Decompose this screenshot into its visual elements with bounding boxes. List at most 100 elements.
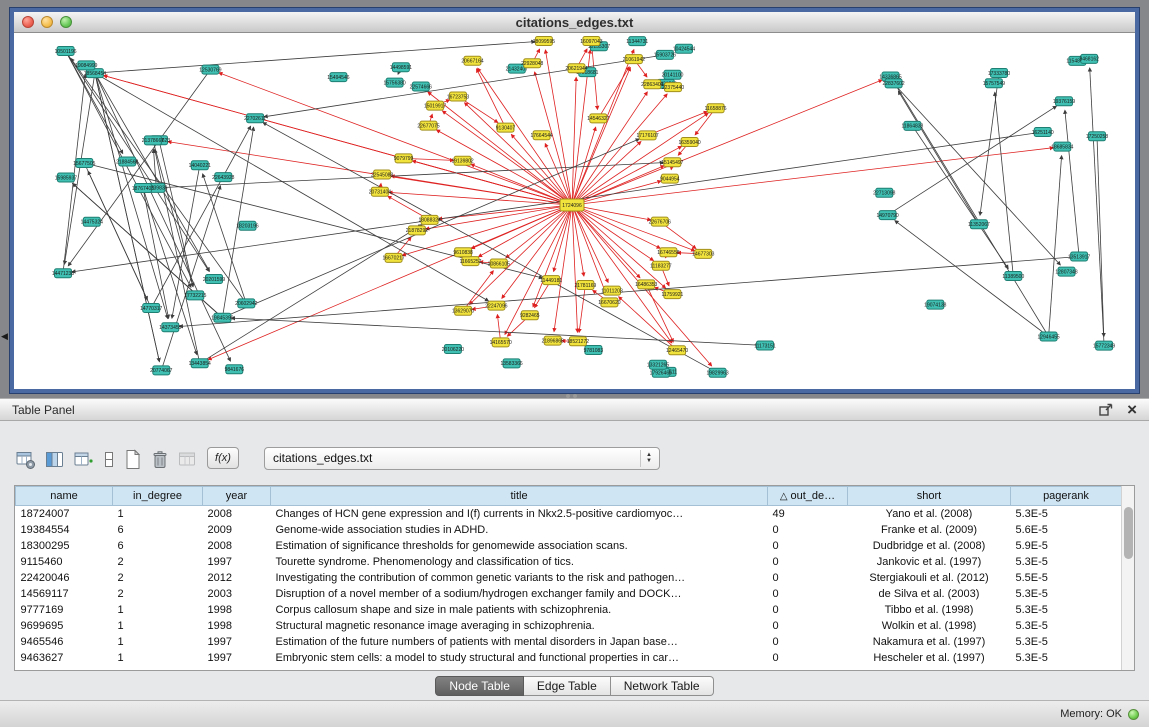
cell-out_degree[interactable]: 0 bbox=[768, 602, 848, 618]
network-node[interactable]: 22375440 bbox=[662, 83, 684, 92]
cell-title[interactable]: Genome-wide association studies in ADHD. bbox=[271, 522, 768, 538]
network-node[interactable]: 16670217 bbox=[382, 253, 404, 262]
network-node[interactable]: 11344731 bbox=[626, 37, 648, 46]
cell-out_degree[interactable]: 0 bbox=[768, 634, 848, 650]
cell-title[interactable]: Tourette syndrome. Phenomenology and cla… bbox=[271, 554, 768, 570]
network-node[interactable]: 11759921 bbox=[661, 290, 683, 299]
new-table-icon[interactable] bbox=[124, 446, 142, 470]
network-node[interactable]: 22677075 bbox=[417, 121, 439, 130]
cell-pagerank[interactable]: 5.3E-5 bbox=[1011, 650, 1122, 666]
network-node[interactable]: 17664544 bbox=[530, 131, 552, 140]
cell-out_degree[interactable]: 0 bbox=[768, 618, 848, 634]
network-node[interactable]: 16359040 bbox=[678, 138, 700, 147]
network-node[interactable]: 16097043 bbox=[580, 37, 602, 46]
network-node[interactable]: 12530769 bbox=[199, 65, 221, 74]
network-node[interactable]: 9282465 bbox=[520, 311, 540, 320]
network-node[interactable]: 16746558 bbox=[657, 248, 679, 257]
network-node[interactable]: 18767403 bbox=[132, 184, 154, 193]
column-header-out-degree[interactable]: △out_de… bbox=[768, 487, 848, 506]
network-node[interactable]: 13629070 bbox=[452, 306, 474, 315]
cell-short[interactable]: Jankovic et al. (1997) bbox=[848, 554, 1011, 570]
table-row[interactable]: 946554611997Estimation of the future num… bbox=[16, 634, 1122, 650]
network-node[interactable]: 22643928 bbox=[212, 173, 234, 182]
cell-short[interactable]: Stergiakouli et al. (2012) bbox=[848, 570, 1011, 586]
cell-year[interactable]: 2008 bbox=[203, 538, 271, 554]
cell-name[interactable]: 22420046 bbox=[16, 570, 113, 586]
cell-pagerank[interactable]: 5.3E-5 bbox=[1011, 586, 1122, 602]
network-node[interactable]: 18521272 bbox=[567, 337, 589, 346]
cell-pagerank[interactable]: 5.3E-5 bbox=[1011, 602, 1122, 618]
network-node[interactable]: 21896868 bbox=[542, 336, 564, 345]
cell-pagerank[interactable]: 5.5E-5 bbox=[1011, 570, 1122, 586]
cell-short[interactable]: Hescheler et al. (1997) bbox=[848, 650, 1011, 666]
network-node[interactable]: 9841676 bbox=[225, 365, 245, 374]
cell-out_degree[interactable]: 0 bbox=[768, 522, 848, 538]
network-node[interactable]: 13443854 bbox=[189, 359, 211, 368]
cell-out_degree[interactable]: 0 bbox=[768, 650, 848, 666]
network-node[interactable]: 15985937 bbox=[55, 173, 77, 182]
network-node[interactable]: 14677303 bbox=[692, 249, 714, 258]
network-node[interactable]: 9468162 bbox=[1079, 54, 1099, 63]
column-header-year[interactable]: year bbox=[203, 487, 271, 506]
network-node[interactable]: 11864838 bbox=[901, 121, 923, 130]
cell-title[interactable]: Estimation of significance thresholds fo… bbox=[271, 538, 768, 554]
network-canvas[interactable]: 1050119698416761598593714040221202015991… bbox=[14, 33, 1135, 389]
network-node[interactable]: 21378667 bbox=[142, 136, 164, 145]
network-node[interactable]: 10866105 bbox=[488, 259, 510, 268]
cell-out_degree[interactable]: 0 bbox=[768, 586, 848, 602]
network-node[interactable]: 14373455 bbox=[159, 323, 181, 332]
minimize-button[interactable] bbox=[41, 16, 53, 28]
table-row[interactable]: 969969511998Structural magnetic resonanc… bbox=[16, 618, 1122, 634]
network-node[interactable]: 21878292 bbox=[406, 226, 428, 235]
network-node[interactable]: 18088324 bbox=[418, 215, 440, 224]
network-node[interactable]: 14471238 bbox=[52, 269, 74, 278]
table-row[interactable]: 977716911998Corpus callosum shape and si… bbox=[16, 602, 1122, 618]
network-node[interactable]: 13583366 bbox=[500, 359, 522, 368]
network-node[interactable]: 19376159 bbox=[1053, 97, 1075, 106]
cell-out_degree[interactable]: 0 bbox=[768, 570, 848, 586]
cell-name[interactable]: 19384554 bbox=[16, 522, 113, 538]
network-node[interactable]: 11352067 bbox=[968, 220, 990, 229]
table-row[interactable]: 1830029562008Estimation of significance … bbox=[16, 538, 1122, 554]
cell-in_degree[interactable]: 6 bbox=[113, 538, 203, 554]
memory-status-icon[interactable] bbox=[1128, 709, 1139, 720]
column-header-title[interactable]: title bbox=[271, 487, 768, 506]
network-node[interactable]: 22702611 bbox=[244, 114, 266, 123]
network-node[interactable]: 15145497 bbox=[661, 158, 683, 167]
network-node[interactable]: 14770317 bbox=[140, 304, 162, 313]
cell-out_degree[interactable]: 0 bbox=[768, 554, 848, 570]
network-node[interactable]: 9079799 bbox=[394, 154, 414, 163]
cell-short[interactable]: Yano et al. (2008) bbox=[848, 506, 1011, 523]
cell-title[interactable]: Structural magnetic resonance image aver… bbox=[271, 618, 768, 634]
cell-name[interactable]: 9465546 bbox=[16, 634, 113, 650]
cell-in_degree[interactable]: 1 bbox=[113, 602, 203, 618]
network-node[interactable]: 19845390 bbox=[211, 313, 233, 322]
cell-year[interactable]: 2012 bbox=[203, 570, 271, 586]
network-node[interactable]: 18685834 bbox=[1051, 142, 1073, 151]
network-node[interactable]: 20201599 bbox=[203, 275, 225, 284]
cell-in_degree[interactable]: 2 bbox=[113, 554, 203, 570]
tab-network-table[interactable]: Network Table bbox=[611, 676, 714, 696]
cell-in_degree[interactable]: 1 bbox=[113, 650, 203, 666]
cell-in_degree[interactable]: 1 bbox=[113, 618, 203, 634]
cell-name[interactable]: 14569117 bbox=[16, 586, 113, 602]
network-node[interactable]: 17176107 bbox=[636, 131, 658, 140]
create-column-icon[interactable] bbox=[74, 446, 94, 470]
table-source-dropdown[interactable]: citations_edges.txt ▲ ▼ bbox=[264, 447, 660, 470]
network-node[interactable]: 20602942 bbox=[235, 299, 257, 308]
network-node[interactable]: 18203196 bbox=[236, 221, 258, 230]
network-node[interactable]: 20106220 bbox=[442, 345, 464, 354]
cell-year[interactable]: 1998 bbox=[203, 602, 271, 618]
network-node[interactable]: 17250258 bbox=[1086, 132, 1108, 141]
cell-title[interactable]: Disruption of a novel member of a sodium… bbox=[271, 586, 768, 602]
tab-edge-table[interactable]: Edge Table bbox=[524, 676, 611, 696]
network-node[interactable]: 19084999 bbox=[75, 61, 97, 70]
table-row[interactable]: 911546021997Tourette syndrome. Phenomeno… bbox=[16, 554, 1122, 570]
network-view[interactable]: 1050119698416761598593714040221202015991… bbox=[14, 33, 1135, 389]
network-node[interactable]: 20141100 bbox=[662, 70, 684, 79]
cell-in_degree[interactable]: 2 bbox=[113, 586, 203, 602]
network-node[interactable]: 15756380 bbox=[383, 78, 405, 87]
network-node[interactable]: 13513917 bbox=[1068, 252, 1090, 261]
network-node[interactable]: 16251140 bbox=[1032, 128, 1054, 137]
column-header-short[interactable]: short bbox=[848, 487, 1011, 506]
